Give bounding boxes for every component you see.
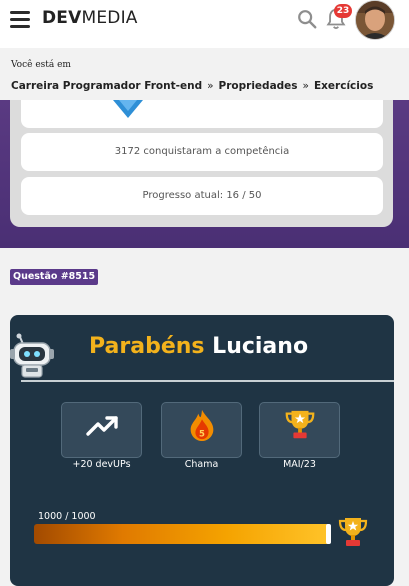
competence-card-top xyxy=(21,100,383,128)
breadcrumb-separator: » xyxy=(207,80,214,92)
flame-count: 5 xyxy=(199,429,205,439)
breadcrumb-item-exercises[interactable]: Exercícios xyxy=(314,80,373,92)
top-header: DEVMEDIA 23 xyxy=(0,0,409,49)
robot-mascot-icon xyxy=(10,333,54,378)
question-number-tag: Questão #8515 xyxy=(10,269,99,285)
badge-devups xyxy=(61,402,142,458)
badge-flame: 5 xyxy=(161,402,242,458)
conquered-count-text: 3172 conquistaram a competência xyxy=(21,133,383,171)
user-avatar[interactable] xyxy=(355,0,395,40)
hamburger-menu-icon[interactable] xyxy=(10,11,30,28)
breadcrumb-item-career[interactable]: Carreira Programador Front-end xyxy=(11,80,202,92)
breadcrumb-label: Você está em xyxy=(11,60,71,70)
trophy-icon xyxy=(338,518,368,546)
xp-progress-label: 1000 / 1000 xyxy=(38,511,96,522)
badge-month xyxy=(259,402,340,458)
competence-badge-icon xyxy=(113,100,143,118)
trending-up-icon xyxy=(85,416,118,436)
current-progress-text: Progresso atual: 16 / 50 xyxy=(21,177,383,215)
congrats-title: Parabéns Luciano xyxy=(89,334,308,359)
flame-icon: 5 xyxy=(190,409,213,442)
devmedia-logo[interactable]: DEVMEDIA xyxy=(42,8,138,28)
breadcrumb-area xyxy=(0,48,409,100)
user-name: Luciano xyxy=(212,334,309,359)
badge-devups-label: +20 devUPs xyxy=(72,459,131,470)
notification-count-badge: 23 xyxy=(334,4,352,18)
xp-progress-bar xyxy=(34,524,331,544)
breadcrumb-item-properties[interactable]: Propriedades xyxy=(219,80,298,92)
card-divider xyxy=(21,380,394,382)
trophy-icon xyxy=(285,410,314,439)
xp-progress-cap xyxy=(326,524,331,544)
search-icon[interactable] xyxy=(296,8,318,30)
breadcrumb-separator: » xyxy=(302,80,309,92)
badge-flame-label: Chama xyxy=(184,459,219,470)
breadcrumb: Carreira Programador Front-end » Proprieda… xyxy=(11,80,373,92)
badge-month-label: MAI/23 xyxy=(283,459,316,470)
congrats-title-word: Parabéns xyxy=(89,334,205,359)
